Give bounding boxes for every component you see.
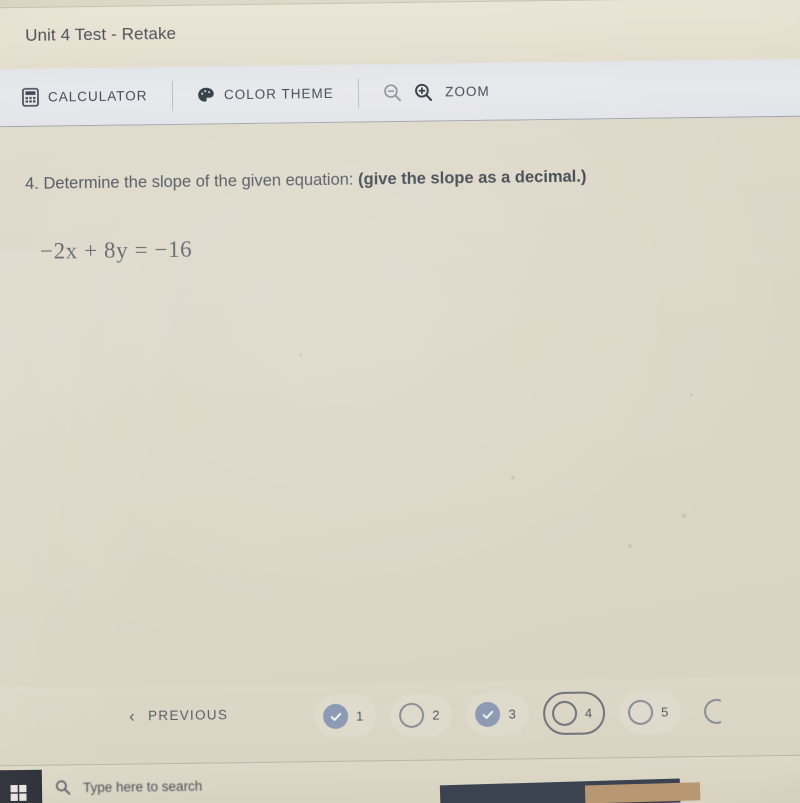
question-nav-label: 2 xyxy=(432,707,440,723)
question-prompt-text: Determine the slope of the given equatio… xyxy=(43,170,354,193)
taskbar-window-strip-2 xyxy=(584,782,701,803)
search-icon xyxy=(55,779,71,795)
equation-text: −2x + 8y = −16 xyxy=(39,236,193,264)
previous-label: PREVIOUS xyxy=(147,707,229,724)
tool-bar: CALCULATOR COLOR THEME ZOOM xyxy=(0,58,800,128)
question-nav-label: 3 xyxy=(508,706,516,722)
question-prompt-emphasis: (give the slope as a decimal.) xyxy=(357,167,587,189)
question-pager: 1 2 3 4 5 xyxy=(313,690,722,739)
dust-speck xyxy=(299,353,303,357)
start-button[interactable] xyxy=(0,769,43,803)
palette-icon xyxy=(197,86,215,104)
zoom-label[interactable]: ZOOM xyxy=(445,84,490,100)
color-theme-label: COLOR THEME xyxy=(223,85,334,103)
question-prompt: 4. Determine the slope of the given equa… xyxy=(25,168,587,194)
previous-button[interactable]: ‹ PREVIOUS xyxy=(128,706,229,726)
question-nav-item-2[interactable]: 2 xyxy=(390,693,453,738)
answered-check-icon xyxy=(475,701,501,728)
question-nav-item-3[interactable]: 3 xyxy=(466,692,530,737)
zoom-in-icon[interactable] xyxy=(414,83,433,102)
question-content-area: 4. Determine the slope of the given equa… xyxy=(0,116,800,688)
question-nav-label: 5 xyxy=(660,704,669,720)
page-title: Unit 4 Test - Retake xyxy=(25,23,177,45)
question-nav-item-4[interactable]: 4 xyxy=(542,691,606,736)
dust-speck xyxy=(510,475,516,480)
color-theme-button[interactable]: COLOR THEME xyxy=(197,84,334,104)
question-nav-label: 4 xyxy=(584,705,593,721)
calculator-icon xyxy=(22,87,39,107)
zoom-controls: ZOOM xyxy=(383,82,490,102)
question-number: 4. xyxy=(24,174,39,193)
calculator-button[interactable]: CALCULATOR xyxy=(22,86,148,107)
question-navigation-bar: ‹ PREVIOUS 1 2 3 4 5 xyxy=(0,676,800,766)
question-nav-item-1[interactable]: 1 xyxy=(313,694,377,739)
calculator-label: CALCULATOR xyxy=(47,88,148,105)
toolbar-divider-2 xyxy=(357,78,360,109)
unanswered-circle-icon xyxy=(704,698,722,725)
question-nav-item-5[interactable]: 5 xyxy=(618,690,682,735)
unanswered-circle-icon xyxy=(627,699,654,726)
dust-speck xyxy=(681,513,687,519)
dust-speck xyxy=(689,393,693,397)
zoom-out-icon[interactable] xyxy=(383,83,402,102)
answered-check-icon xyxy=(322,703,349,730)
screen-photo: Unit 4 Test - Retake CALCULATOR COLOR TH… xyxy=(0,0,800,803)
windows-logo-icon xyxy=(9,782,28,801)
toolbar-divider-1 xyxy=(171,80,174,111)
equation-display: −2x + 8y = −16 xyxy=(40,237,193,265)
current-circle-icon xyxy=(551,700,577,727)
question-nav-label: 1 xyxy=(356,708,364,724)
search-placeholder: Type here to search xyxy=(82,778,203,795)
chevron-left-icon: ‹ xyxy=(128,706,137,726)
test-application-window: Unit 4 Test - Retake CALCULATOR COLOR TH… xyxy=(0,0,800,803)
unanswered-circle-icon xyxy=(399,702,425,729)
app-header: Unit 4 Test - Retake xyxy=(0,0,800,70)
taskbar-search[interactable]: Type here to search xyxy=(55,778,203,796)
dust-speck xyxy=(627,543,632,549)
question-nav-item-6[interactable] xyxy=(695,690,722,733)
